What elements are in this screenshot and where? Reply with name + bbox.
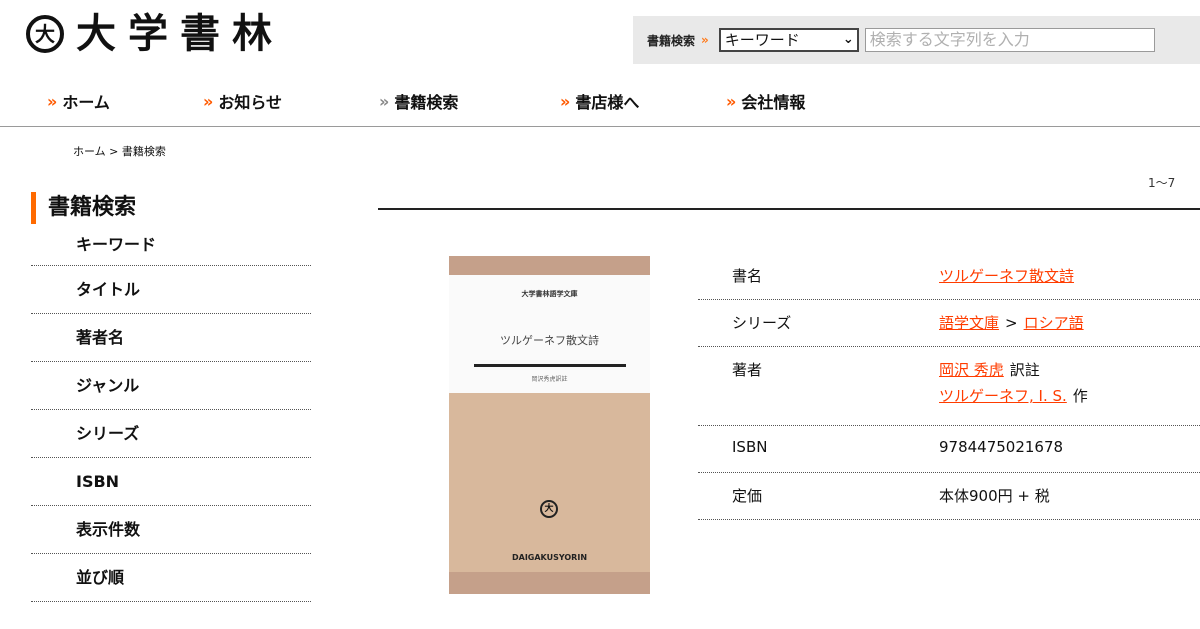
sidebar-item-sort-order[interactable]: 並び順: [31, 554, 311, 602]
series-link[interactable]: 語学文庫: [939, 314, 999, 332]
logo-emblem-icon: 大: [26, 15, 64, 53]
series-separator: >: [1005, 314, 1018, 332]
breadcrumb[interactable]: ホーム > 書籍検索: [73, 143, 166, 159]
sidebar: 書籍検索 キーワード タイトル 著者名 ジャンル シリーズ ISBN 表示件数 …: [31, 192, 311, 602]
search-type-select[interactable]: キーワード ⌄: [718, 28, 859, 52]
search-bar-label: 書籍検索: [647, 33, 696, 48]
nav-item-label: お知らせ: [218, 93, 283, 112]
sidebar-item-display-count[interactable]: 表示件数: [31, 506, 311, 554]
cover-publisher-text: DAIGAKUSYORIN: [511, 553, 588, 562]
author-link[interactable]: ツルゲーネフ, I. S.: [939, 387, 1067, 405]
header-search-bar: 書籍検索 » キーワード ⌄ 検索する文字列を入力: [633, 16, 1200, 64]
double-chevron-icon: »: [560, 91, 570, 111]
cover-emblem-icon: 大: [540, 500, 558, 518]
nav-item-home[interactable]: » ホーム: [47, 89, 110, 113]
sidebar-list: キーワード タイトル 著者名 ジャンル シリーズ ISBN 表示件数 並び順: [31, 228, 311, 602]
sidebar-item-title[interactable]: タイトル: [31, 266, 311, 314]
results-divider: [378, 208, 1200, 210]
cover-author-text: 岡沢秀虎訳註: [531, 376, 568, 383]
nav-item-news[interactable]: » お知らせ: [203, 89, 282, 113]
detail-row-price: 定価 本体900円 + 税: [698, 473, 1200, 520]
sidebar-item-author[interactable]: 著者名: [31, 314, 311, 362]
search-type-value: キーワード: [724, 31, 800, 49]
detail-label: シリーズ: [732, 314, 792, 332]
detail-label: 書名: [732, 267, 763, 285]
book-author-value: 岡沢 秀虎 訳註: [939, 359, 1040, 380]
main-nav: » ホーム » お知らせ » 書籍検索 » 書店様へ » 会社情報: [0, 76, 1200, 127]
double-chevron-icon: »: [726, 91, 736, 111]
detail-label: 定価: [732, 487, 763, 505]
site-logo[interactable]: 大 大学書林: [26, 8, 284, 60]
chevron-down-icon: ⌄: [842, 32, 854, 47]
author-link[interactable]: 岡沢 秀虎: [939, 361, 1004, 379]
logo-text: 大学書林: [76, 10, 284, 57]
series-language-link[interactable]: ロシア語: [1024, 314, 1084, 332]
cover-rule: [474, 364, 626, 367]
book-title-link[interactable]: ツルゲーネフ散文詩: [939, 267, 1074, 285]
cover-title-text: ツルゲーネフ散文詩: [500, 334, 599, 347]
detail-row-series: シリーズ 語学文庫 > ロシア語: [698, 300, 1200, 347]
book-isbn-value: 9784475021678: [939, 438, 1064, 456]
detail-label: 著者: [732, 361, 763, 379]
nav-item-label: 書店様へ: [575, 93, 640, 112]
book-cover-image[interactable]: 大学書林語学文庫 ツルゲーネフ散文詩 岡沢秀虎訳註 大 DAIGAKUSYORI…: [449, 256, 650, 594]
double-chevron-icon: »: [47, 91, 57, 111]
sidebar-item-series[interactable]: シリーズ: [31, 410, 311, 458]
sidebar-item-keyword[interactable]: キーワード: [31, 228, 311, 266]
cover-band-bottom: [449, 572, 650, 594]
sidebar-item-genre[interactable]: ジャンル: [31, 362, 311, 410]
nav-item-label: ホーム: [62, 93, 110, 112]
search-input[interactable]: 検索する文字列を入力: [864, 28, 1155, 52]
nav-item-label: 会社情報: [741, 93, 806, 112]
book-title-value: ツルゲーネフ散文詩: [939, 265, 1074, 286]
detail-row-author: 著者 岡沢 秀虎 訳註 ツルゲーネフ, I. S. 作: [698, 347, 1200, 426]
cover-band-top: [449, 256, 650, 275]
sidebar-item-isbn[interactable]: ISBN: [31, 458, 311, 506]
nav-item-book-search[interactable]: » 書籍検索: [379, 89, 458, 113]
book-author-value: ツルゲーネフ, I. S. 作: [939, 385, 1088, 406]
book-detail-table: 書名 ツルゲーネフ散文詩 シリーズ 語学文庫 > ロシア語 著者 岡沢 秀虎 訳註 ツ…: [698, 253, 1200, 520]
sidebar-title: 書籍検索: [31, 192, 311, 224]
detail-row-isbn: ISBN 9784475021678: [698, 426, 1200, 473]
double-chevron-icon: »: [379, 91, 389, 111]
nav-item-bookstores[interactable]: » 書店様へ: [560, 89, 639, 113]
cover-series-text: 大学書林語学文庫: [521, 290, 578, 298]
double-chevron-icon: »: [203, 91, 213, 111]
nav-item-label: 書籍検索: [394, 93, 459, 112]
author-role: 訳註: [1009, 361, 1040, 379]
author-role: 作: [1072, 387, 1088, 405]
result-count: 1～7: [1148, 176, 1176, 190]
nav-item-company[interactable]: » 会社情報: [726, 89, 805, 113]
book-series-value: 語学文庫 > ロシア語: [939, 312, 1084, 333]
book-price-value: 本体900円 + 税: [939, 487, 1050, 505]
detail-label: ISBN: [732, 438, 768, 456]
double-chevron-icon: »: [701, 33, 709, 47]
detail-row-title: 書名 ツルゲーネフ散文詩: [698, 253, 1200, 300]
